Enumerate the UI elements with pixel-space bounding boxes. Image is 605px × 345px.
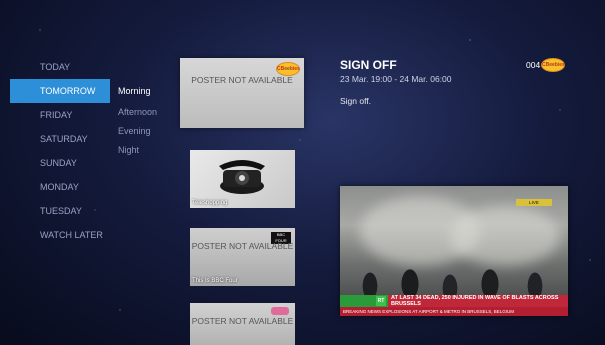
news-ticker: BREAKING NEWS EXPLOSIONS AT AIRPORT & ME…	[340, 307, 568, 316]
live-badge: LIVE	[516, 199, 552, 206]
telephone-icon	[219, 160, 265, 194]
day-item-today[interactable]: TODAY	[10, 55, 110, 79]
video-frame	[340, 256, 568, 296]
day-item-tuesday[interactable]: TUESDAY	[10, 199, 110, 223]
cbeebies-logo-icon: CBeebies	[276, 62, 300, 76]
channel-logo-icon	[271, 307, 289, 315]
day-item-friday[interactable]: FRIDAY	[10, 103, 110, 127]
day-item-saturday[interactable]: SATURDAY	[10, 127, 110, 151]
news-headline-bar: RT AT LAST 34 DEAD, 250 INJURED IN WAVE …	[340, 295, 568, 307]
news-headline: AT LAST 34 DEAD, 250 INJURED IN WAVE OF …	[388, 295, 568, 307]
time-item-morning[interactable]: Morning	[118, 79, 178, 103]
programme-detail-description: Sign off.	[340, 96, 372, 106]
day-item-sunday[interactable]: SUNDAY	[10, 151, 110, 175]
programme-card-next[interactable]: POSTER NOT AVAILABLE	[190, 303, 295, 345]
time-item-evening[interactable]: Evening	[118, 122, 178, 141]
channel-logo-icon: CBeebies	[541, 58, 565, 72]
programme-card-teleshopping[interactable]: Teleshopping	[190, 150, 295, 208]
poster-placeholder-text: POSTER NOT AVAILABLE	[191, 316, 294, 326]
poster-placeholder-text: POSTER NOT AVAILABLE	[191, 241, 294, 251]
programme-title: Teleshopping	[192, 200, 228, 206]
day-item-tomorrow[interactable]: TOMORROW	[10, 79, 110, 103]
programme-title: This Is BBC Four	[192, 278, 238, 284]
day-menu: TODAY TOMORROW FRIDAY SATURDAY SUNDAY MO…	[10, 55, 110, 247]
time-item-afternoon[interactable]: Afternoon	[118, 103, 178, 122]
programme-list: POSTER NOT AVAILABLE CBeebies Teleshoppi…	[180, 0, 304, 345]
rt-logo-icon: RT	[376, 296, 386, 306]
programme-detail-time: 23 Mar. 19:00 - 24 Mar. 06:00	[340, 74, 452, 84]
day-item-watch-later[interactable]: WATCH LATER	[10, 223, 110, 247]
channel-number: 004	[526, 60, 541, 70]
time-item-night[interactable]: Night	[118, 141, 178, 160]
selected-programme-poster[interactable]: POSTER NOT AVAILABLE CBeebies	[180, 58, 304, 128]
day-item-monday[interactable]: MONDAY	[10, 175, 110, 199]
timeofday-menu: Morning Afternoon Evening Night	[118, 79, 178, 160]
live-tv-preview[interactable]: LIVE RT AT LAST 34 DEAD, 250 INJURED IN …	[340, 186, 568, 316]
programme-detail-title: SIGN OFF	[340, 58, 397, 72]
programme-card-bbc-four[interactable]: BBC FOUR POSTER NOT AVAILABLE This Is BB…	[190, 228, 295, 286]
